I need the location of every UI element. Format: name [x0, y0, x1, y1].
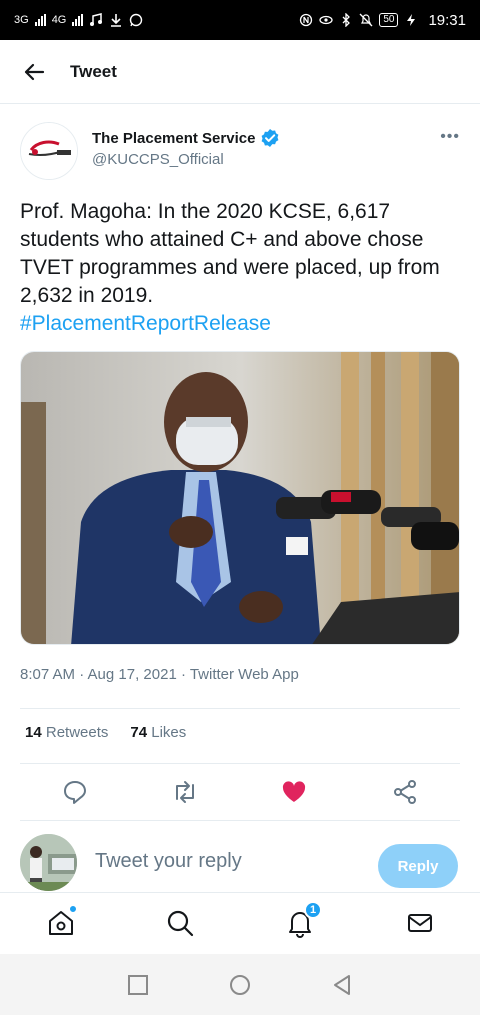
back-button[interactable]: [14, 52, 54, 92]
retweets-stat[interactable]: 14 Retweets: [25, 724, 108, 741]
home-circle-icon[interactable]: [229, 974, 251, 996]
hashtag-link[interactable]: #PlacementReportRelease: [20, 312, 271, 335]
nav-notifications[interactable]: 1: [284, 901, 322, 939]
page-title: Tweet: [70, 61, 117, 81]
bluetooth-icon: [342, 13, 351, 27]
share-button[interactable]: [391, 778, 419, 806]
system-navigation-bar: [0, 954, 480, 1015]
nav-search[interactable]: [164, 907, 196, 939]
bottom-nav: 1: [0, 892, 480, 954]
likes-label: Likes: [151, 724, 187, 741]
likes-stat[interactable]: 74 Likes: [130, 724, 186, 741]
tweet-body: Prof. Magoha: In the 2020 KCSE, 6,617 st…: [20, 200, 440, 307]
tweet-author: The Placement Service @KUCCPS_Official •…: [0, 118, 480, 182]
author-handle[interactable]: @KUCCPS_Official: [92, 151, 224, 168]
reply-composer: Tweet your reply Reply: [0, 830, 480, 894]
tweet-stats: 14 Retweets 74 Likes: [25, 724, 186, 741]
retweet-icon: [176, 781, 194, 803]
nfc-icon: [300, 13, 313, 27]
divider: [20, 763, 460, 764]
heart-filled-icon: [282, 781, 306, 802]
battery-icon: 50: [379, 13, 399, 27]
likes-count: 74: [130, 724, 148, 741]
whatsapp-icon: [130, 13, 143, 27]
tweet-timestamp[interactable]: 8:07 AM · Aug 17, 2021 · Twitter Web App: [20, 666, 299, 683]
network-type-2: 4G: [51, 14, 67, 26]
retweets-label: Retweets: [45, 724, 109, 741]
signal-icon: [34, 14, 46, 26]
status-right: 50 19:31: [299, 12, 466, 29]
divider: [20, 820, 460, 821]
author-avatar[interactable]: [20, 122, 78, 180]
download-icon: [111, 14, 122, 27]
nav-home[interactable]: [45, 905, 77, 939]
divider: [20, 708, 460, 709]
status-left: 3G 4G: [14, 13, 143, 27]
photo-speaker-at-podium: [21, 352, 459, 644]
messages-icon: [408, 914, 432, 932]
kuccps-logo-icon: [21, 123, 77, 179]
reply-input[interactable]: Tweet your reply: [95, 850, 242, 873]
home-new-dot: [69, 905, 77, 913]
retweets-count: 14: [25, 724, 42, 741]
user-photo: [20, 834, 77, 891]
charging-icon: [407, 14, 416, 26]
retweet-button[interactable]: [171, 778, 199, 806]
clock: 19:31: [428, 11, 466, 29]
back-arrow-icon: [24, 63, 45, 80]
share-icon: [394, 780, 416, 804]
recents-square-icon[interactable]: [127, 974, 149, 996]
reply-submit-button[interactable]: Reply: [378, 844, 458, 888]
status-bar: 3G 4G 50 19:31: [0, 0, 480, 40]
tweet-photo[interactable]: [20, 351, 460, 645]
notifications-badge: 1: [304, 901, 322, 919]
back-triangle-icon[interactable]: [331, 974, 353, 996]
reply-button[interactable]: [61, 778, 89, 806]
author-name: The Placement Service: [92, 129, 256, 147]
verified-badge-icon: [262, 129, 279, 147]
search-icon: [167, 910, 194, 937]
music-icon: [90, 13, 103, 26]
user-avatar[interactable]: [20, 834, 77, 891]
tweet-text: Prof. Magoha: In the 2020 KCSE, 6,617 st…: [20, 198, 465, 338]
nav-messages[interactable]: [404, 907, 436, 939]
top-app-bar: Tweet: [0, 40, 480, 104]
network-type-1: 3G: [14, 14, 29, 26]
mute-icon: [359, 13, 373, 27]
signal-icon-2: [72, 14, 84, 26]
like-button[interactable]: [280, 778, 308, 806]
tweet-actions: [0, 770, 480, 814]
author-name-row[interactable]: The Placement Service: [92, 128, 280, 148]
eye-icon: [319, 15, 333, 25]
more-options-icon[interactable]: •••: [440, 128, 460, 146]
reply-icon: [64, 781, 86, 804]
